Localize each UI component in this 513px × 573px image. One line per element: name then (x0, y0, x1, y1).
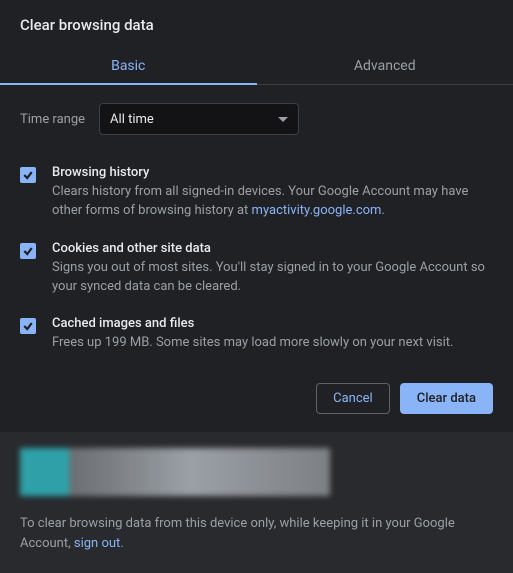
tab-label: Advanced (354, 58, 416, 74)
cancel-button[interactable]: Cancel (316, 383, 390, 414)
footer-text: To clear browsing data from this device … (20, 514, 493, 553)
checkmark-icon (22, 245, 34, 257)
option-title: Cookies and other site data (52, 241, 493, 256)
sign-out-link[interactable]: sign out (74, 536, 120, 551)
option-cache: Cached images and files Frees up 199 MB.… (20, 306, 493, 363)
time-range-value: All time (110, 112, 154, 127)
time-range-label: Time range (20, 112, 85, 127)
account-info-redacted (20, 448, 330, 496)
options-list: Browsing history Clears history from all… (20, 147, 493, 367)
checkbox-cookies[interactable] (20, 243, 36, 259)
clear-browsing-data-dialog: Clear browsing data Basic Advanced Time … (0, 0, 513, 573)
time-range-select[interactable]: All time (99, 103, 299, 135)
checkmark-icon (22, 320, 34, 332)
checkbox-cache[interactable] (20, 318, 36, 334)
time-range-row: Time range All time (20, 85, 493, 147)
option-browsing-history: Browsing history Clears history from all… (20, 155, 493, 231)
myactivity-link[interactable]: myactivity.google.com (252, 203, 382, 218)
tab-advanced[interactable]: Advanced (257, 48, 513, 84)
option-cookies: Cookies and other site data Signs you ou… (20, 231, 493, 307)
option-title: Browsing history (52, 165, 493, 180)
option-description: Clears history from all signed-in device… (52, 183, 493, 221)
tab-bar: Basic Advanced (0, 48, 513, 85)
dialog-title: Clear browsing data (20, 16, 493, 48)
dialog-footer: To clear browsing data from this device … (0, 432, 513, 573)
chevron-down-icon (278, 117, 288, 122)
checkbox-browsing-history[interactable] (20, 167, 36, 183)
dialog-actions: Cancel Clear data (20, 367, 493, 432)
tab-label: Basic (111, 58, 145, 74)
clear-data-button[interactable]: Clear data (400, 383, 493, 414)
option-description: Signs you out of most sites. You'll stay… (52, 259, 493, 297)
option-title: Cached images and files (52, 316, 493, 331)
option-description: Frees up 199 MB. Some sites may load mor… (52, 334, 493, 353)
checkmark-icon (22, 169, 34, 181)
tab-basic[interactable]: Basic (0, 48, 257, 84)
